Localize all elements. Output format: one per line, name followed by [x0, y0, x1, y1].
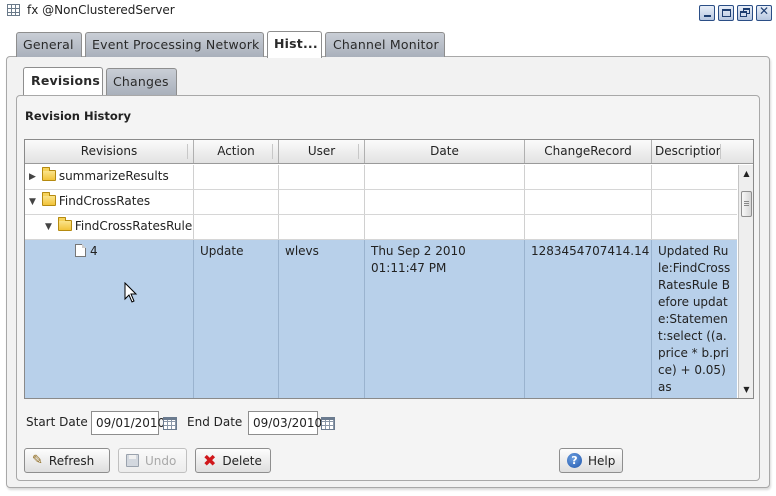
table-row[interactable]: ▼ FindCrossRates	[25, 190, 737, 215]
delete-button[interactable]: ✖ Delete	[195, 448, 271, 473]
window-title: fx @NonClusteredServer	[27, 3, 175, 17]
action-cell: Update	[194, 240, 279, 398]
close-button[interactable]: ✕	[756, 4, 772, 21]
pencil-icon: ✎	[32, 453, 43, 468]
start-date-label: Start Date	[26, 415, 88, 429]
scroll-down-icon[interactable]: ▼	[740, 383, 753, 396]
folder-open-icon	[41, 192, 56, 206]
start-date-field[interactable]: 09/01/2010	[91, 411, 165, 435]
table-vertical-scrollbar[interactable]: ▲ ▼	[738, 165, 753, 398]
folder-icon	[41, 167, 56, 181]
revision-history-table: Revisions Action User Date ChangeRecord …	[24, 139, 754, 399]
table-header: Revisions Action User Date ChangeRecord …	[25, 140, 753, 164]
grid-icon	[7, 4, 20, 16]
section-title: Revision History	[25, 109, 131, 123]
tree-node-label: summarizeResults	[58, 169, 169, 183]
table-row[interactable]: ▶ summarizeResults	[25, 165, 737, 190]
tab-history[interactable]: Hist...	[267, 31, 322, 58]
help-icon: ?	[567, 453, 582, 468]
user-cell: wlevs	[279, 240, 365, 398]
tree-node-label: FindCrossRates	[58, 194, 151, 208]
tab-revisions[interactable]: Revisions	[23, 67, 103, 95]
table-row[interactable]: ▼ FindCrossRatesRule	[25, 215, 737, 240]
collapse-arrow-icon[interactable]: ▼	[45, 219, 54, 236]
tree-node-label: FindCrossRatesRule	[74, 219, 193, 233]
end-date-label: End Date	[187, 415, 243, 429]
window-controls: ✕	[699, 4, 772, 21]
column-header-action[interactable]: Action	[194, 140, 279, 163]
column-header-changerecord[interactable]: ChangeRecord	[525, 140, 652, 163]
document-icon	[75, 244, 86, 257]
floppy-disk-icon	[126, 454, 139, 467]
scroll-up-icon[interactable]: ▲	[740, 167, 753, 180]
delete-x-icon: ✖	[203, 450, 217, 470]
title-bar: fx @NonClusteredServer ✕	[0, 0, 776, 24]
end-date-field[interactable]: 09/03/2010	[248, 411, 322, 435]
close-icon: ✕	[758, 4, 770, 18]
date-cell: Thu Sep 2 2010 01:11:47 PM	[365, 240, 525, 398]
collapse-arrow-icon[interactable]: ▼	[29, 194, 38, 211]
revision-number: 4	[90, 244, 98, 258]
sub-tab-bar: Revisions Changes	[23, 67, 177, 95]
column-header-revisions[interactable]: Revisions	[25, 140, 194, 163]
main-tab-bar: General Event Processing Network Hist...…	[16, 31, 445, 58]
column-header-user[interactable]: User	[279, 140, 365, 163]
help-button[interactable]: ? Help	[559, 448, 623, 473]
tab-changes[interactable]: Changes	[106, 68, 177, 95]
calendar-icon[interactable]	[163, 417, 177, 430]
calendar-icon[interactable]	[321, 417, 335, 430]
minimize-icon	[704, 15, 711, 17]
tab-channel-monitor[interactable]: Channel Monitor	[325, 32, 445, 57]
description-cell: Updated Rule:FindCrossRatesRule Before u…	[658, 244, 731, 394]
scroll-thumb[interactable]	[741, 191, 752, 217]
change-record-cell: 1283454707414.14	[525, 240, 652, 398]
column-header-date[interactable]: Date	[365, 140, 525, 163]
tab-general[interactable]: General	[16, 32, 82, 57]
column-header-description[interactable]: Descriptior	[652, 140, 753, 163]
minimize-button[interactable]	[699, 5, 715, 21]
undo-button[interactable]: Undo	[118, 448, 187, 473]
table-row-selected[interactable]: 4 Update wlevs Thu Sep 2 2010 01:11:47 P…	[25, 240, 737, 398]
maximize-icon	[722, 9, 731, 17]
restore-button[interactable]	[737, 5, 753, 21]
refresh-button[interactable]: ✎ Refresh	[24, 448, 110, 473]
maximize-button[interactable]	[718, 5, 734, 21]
tab-event-processing-network[interactable]: Event Processing Network	[85, 32, 264, 57]
folder-open-icon	[57, 217, 72, 231]
expand-arrow-icon[interactable]: ▶	[29, 169, 38, 186]
mouse-cursor-icon	[124, 282, 138, 303]
